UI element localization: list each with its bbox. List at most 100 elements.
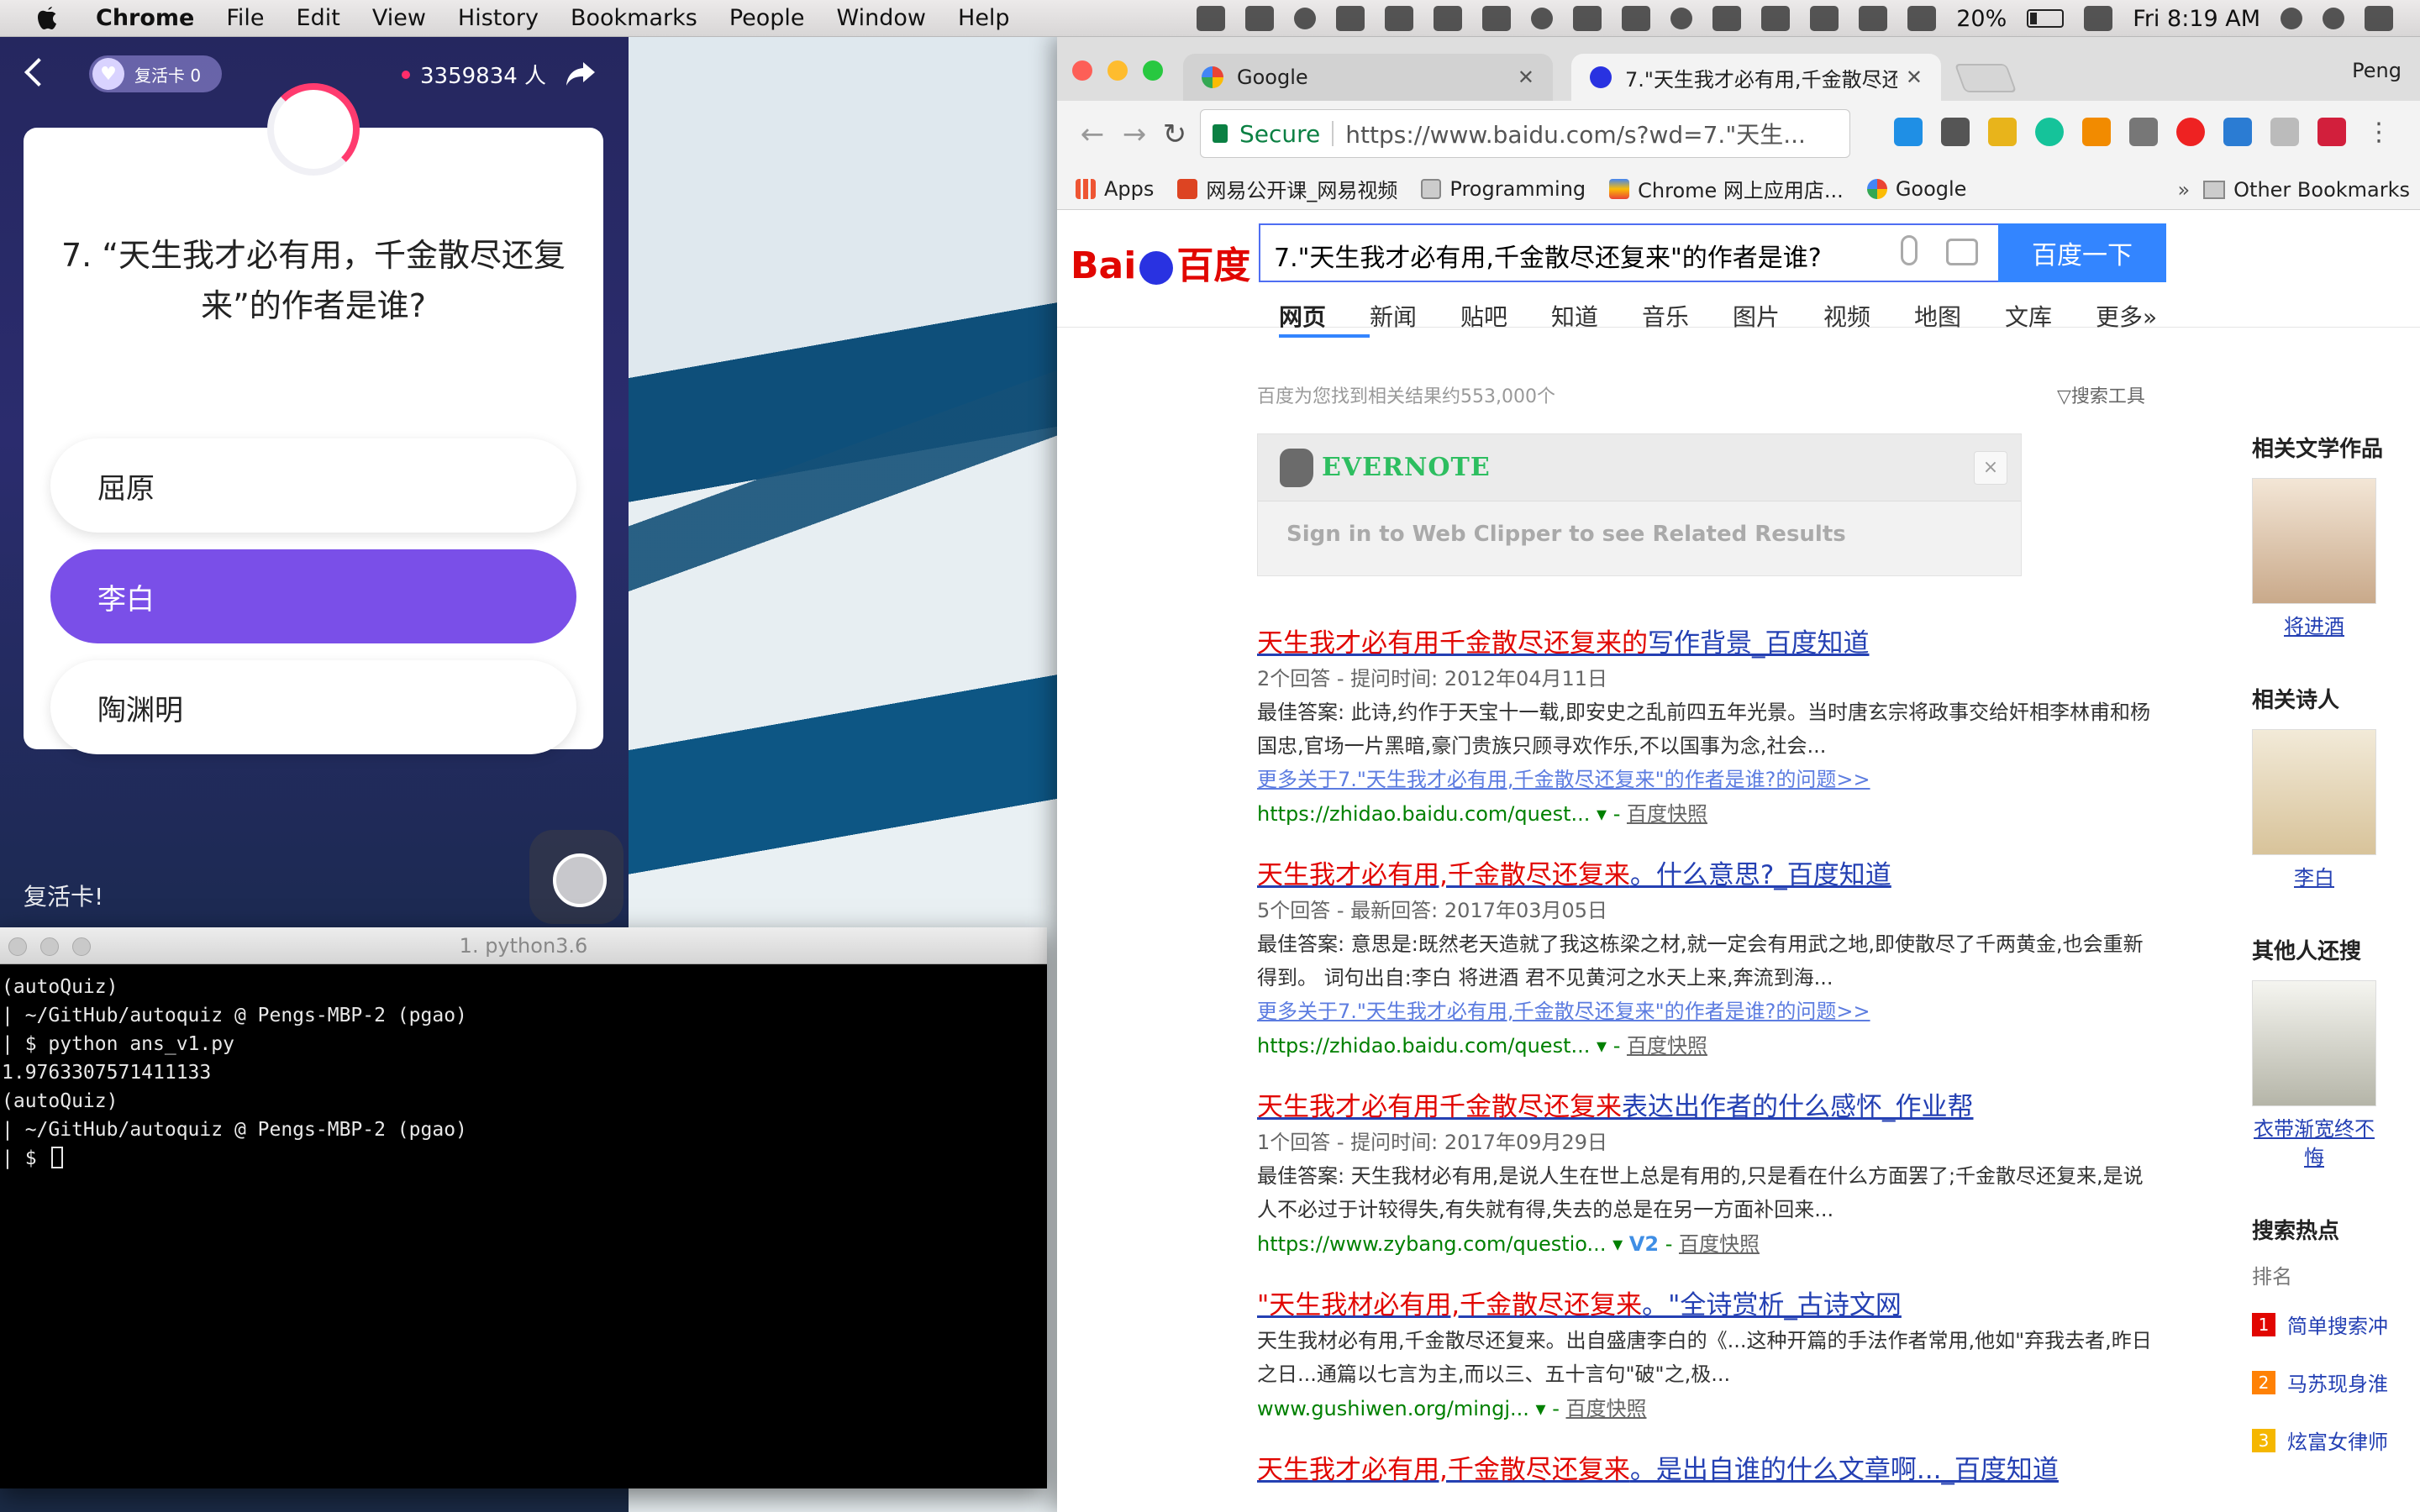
tab-more[interactable]: 更多»: [2096, 299, 2186, 331]
poet-portrait-image[interactable]: [2252, 729, 2376, 855]
extension-icon[interactable]: [2082, 118, 2111, 146]
menu-people[interactable]: People: [729, 5, 805, 31]
related-work-link[interactable]: 将进酒: [2252, 612, 2376, 641]
menu-window[interactable]: Window: [837, 5, 926, 31]
one-password-icon[interactable]: [1573, 6, 1602, 31]
others-searched-image[interactable]: [2252, 980, 2376, 1106]
bookmark-webstore[interactable]: Chrome 网上应用店...: [1609, 174, 1844, 203]
answer-option-1[interactable]: 屈原: [50, 438, 576, 533]
extension-icon[interactable]: [1988, 118, 2017, 146]
display-icon[interactable]: [1482, 6, 1512, 31]
close-icon[interactable]: ×: [1974, 451, 2007, 485]
more-questions-link[interactable]: 更多关于7."天生我才必有用,千金散尽还复来"的作者是谁?的问题>>: [1257, 995, 2232, 1028]
bookmark-163[interactable]: 网易公开课_网易视频: [1177, 174, 1397, 203]
result-title-link[interactable]: 天生我才必有用,千金散尽还复来。是出自谁的什么文章啊..._百度知道: [1257, 1452, 2232, 1488]
others-searched-link[interactable]: 衣带渐宽终不悔: [2252, 1115, 2376, 1172]
dropdown-caret-icon[interactable]: ▾: [1612, 1232, 1623, 1256]
apple-icon[interactable]: [35, 5, 60, 32]
battery-icon[interactable]: [2027, 9, 2065, 28]
baidu-logo[interactable]: Bai 百度: [1071, 235, 1250, 289]
snapshot-link[interactable]: 百度快照: [1565, 1397, 1646, 1420]
search-tools[interactable]: ▽搜索工具: [2057, 381, 2145, 408]
close-tab-icon[interactable]: ✕: [1518, 66, 1534, 89]
new-tab-button[interactable]: [1954, 64, 2018, 92]
answer-option-2[interactable]: 李白: [50, 549, 576, 643]
battery-percent[interactable]: 20%: [1956, 6, 2007, 32]
poet-link[interactable]: 李白: [2252, 864, 2376, 892]
result-url[interactable]: https://www.zybang.com/questio...: [1257, 1232, 1606, 1256]
reload-icon[interactable]: ↻: [1158, 118, 1192, 151]
bluetooth-icon[interactable]: [1712, 6, 1742, 31]
forward-arrow-icon[interactable]: →: [1118, 118, 1151, 151]
snapshot-link[interactable]: 百度快照: [1679, 1232, 1760, 1256]
spotlight-icon[interactable]: [2281, 8, 2302, 29]
extension-icon[interactable]: [1894, 118, 1923, 146]
close-window-button[interactable]: [1072, 60, 1092, 81]
close-tab-icon[interactable]: ✕: [1906, 66, 1923, 89]
tab-zhidao[interactable]: 知道: [1551, 299, 1642, 331]
tab-images[interactable]: 图片: [1733, 299, 1823, 331]
input-method-icon[interactable]: [1622, 6, 1651, 31]
terminal-output[interactable]: (autoQuiz) | ~/GitHub/autoquiz @ Pengs-MB…: [0, 964, 1047, 1173]
evernote-signin-message[interactable]: Sign in to Web Clipper to see Related Re…: [1258, 501, 2021, 567]
bookmarks-overflow-icon[interactable]: »: [2177, 178, 2190, 202]
assistive-touch-button[interactable]: [529, 830, 623, 924]
search-button[interactable]: 百度一下: [1998, 223, 2166, 282]
dropbox-icon[interactable]: [1245, 6, 1275, 31]
answer-option-3[interactable]: 陶渊明: [50, 660, 576, 754]
notification-center-icon[interactable]: [2365, 6, 2393, 31]
other-bookmarks[interactable]: » Other Bookmarks: [2177, 178, 2410, 202]
result-title-link[interactable]: 天生我才必有用千金散尽还复来的写作背景_百度知道: [1257, 625, 2232, 662]
menu-file[interactable]: File: [226, 5, 264, 31]
tab-map[interactable]: 地图: [1914, 299, 2005, 331]
airplay-icon[interactable]: [1761, 6, 1791, 31]
v2-badge[interactable]: V2: [1629, 1232, 1659, 1256]
pocket-icon[interactable]: [2129, 118, 2158, 146]
terminal-titlebar[interactable]: 1. python3.6: [0, 927, 1047, 964]
microphone-icon[interactable]: [1901, 235, 1918, 265]
menu-history[interactable]: History: [458, 5, 539, 31]
tab-tieba[interactable]: 贴吧: [1460, 299, 1551, 331]
upload-icon[interactable]: [1197, 6, 1226, 31]
hot-search-item[interactable]: 2 马苏现身淮: [2252, 1368, 2420, 1397]
tab-web[interactable]: 网页: [1279, 299, 1370, 338]
volume-icon[interactable]: [1907, 6, 1937, 31]
adblock-plus-icon[interactable]: [2176, 118, 2205, 146]
result-url[interactable]: www.gushiwen.org/mingj...: [1257, 1397, 1529, 1420]
grid-icon[interactable]: [1434, 6, 1463, 31]
snapshot-link[interactable]: 百度快照: [1627, 802, 1707, 826]
terminal-cursor[interactable]: [51, 1147, 64, 1168]
incognito-icon[interactable]: [1294, 8, 1317, 29]
back-arrow-icon[interactable]: ←: [1076, 118, 1109, 151]
siri-icon[interactable]: [2323, 8, 2344, 29]
shield-icon[interactable]: [1336, 6, 1365, 31]
dropdown-caret-icon[interactable]: ▾: [1597, 802, 1607, 826]
tab-baidu[interactable]: 7."天生我才必有用,千金散尽还复 ✕: [1571, 54, 1941, 101]
shield-extension-icon[interactable]: [2270, 118, 2299, 146]
tab-music[interactable]: 音乐: [1642, 299, 1733, 331]
result-url[interactable]: https://zhidao.baidu.com/quest...: [1257, 1034, 1590, 1058]
back-icon[interactable]: [24, 58, 53, 87]
related-work-image[interactable]: [2252, 478, 2376, 604]
menu-help[interactable]: Help: [958, 5, 1010, 31]
bookmark-programming[interactable]: Programming: [1421, 177, 1586, 201]
dropdown-caret-icon[interactable]: ▾: [1597, 1034, 1607, 1058]
menu-app-name[interactable]: Chrome: [96, 5, 194, 31]
dropdown-caret-icon[interactable]: ▾: [1536, 1397, 1546, 1420]
profile-name[interactable]: Peng: [2352, 59, 2402, 82]
extension-icon[interactable]: [2317, 118, 2346, 146]
evernote-extension-icon[interactable]: [1941, 118, 1970, 146]
bookmark-app-icon[interactable]: [1385, 6, 1414, 31]
share-icon[interactable]: [565, 60, 597, 87]
search-input[interactable]: 7."天生我才必有用,千金散尽还复来"的作者是谁?: [1259, 223, 1998, 282]
extension-icon[interactable]: [2223, 118, 2252, 146]
more-questions-link[interactable]: 更多关于7."天生我才必有用,千金散尽还复来"的作者是谁?的问题>>: [1257, 763, 2232, 796]
minimize-window-button[interactable]: [1107, 60, 1128, 81]
revive-card-pill[interactable]: ♥ 复活卡 0: [89, 55, 222, 92]
menu-bookmarks[interactable]: Bookmarks: [571, 5, 697, 31]
menu-view[interactable]: View: [372, 5, 426, 31]
clock[interactable]: Fri 8:19 AM: [2133, 6, 2260, 32]
tab-news[interactable]: 新闻: [1370, 299, 1460, 331]
time-machine-icon[interactable]: [1670, 8, 1693, 29]
zoom-window-button[interactable]: [1143, 60, 1163, 81]
